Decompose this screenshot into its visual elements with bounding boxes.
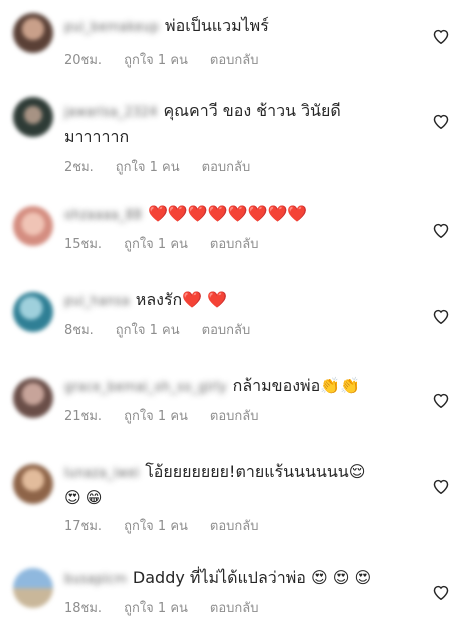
comment-time: 21ชม. — [64, 409, 103, 424]
like-count-link[interactable]: ถูกใจ 1 คน — [124, 518, 188, 536]
comment-time: 17ชม. — [64, 519, 103, 534]
avatar[interactable] — [13, 13, 53, 53]
comment-meta: 21ชม. ถูกใจ 1 คน ตอบกลับ — [64, 408, 419, 426]
comment-time: 18ชม. — [64, 601, 103, 616]
reply-button[interactable]: ตอบกลับ — [202, 159, 251, 177]
like-heart-icon[interactable] — [432, 584, 452, 602]
like-count-link[interactable]: ถูกใจ 1 คน — [124, 236, 188, 254]
reply-button[interactable]: ตอบกลับ — [210, 600, 259, 618]
comment-text: หลงรัก❤️ ❤️ — [135, 290, 228, 309]
avatar[interactable] — [13, 568, 53, 608]
like-heart-icon[interactable] — [432, 222, 452, 240]
reply-button[interactable]: ตอบกลับ — [202, 322, 251, 340]
like-heart-icon[interactable] — [432, 392, 452, 410]
reply-button[interactable]: ตอบกลับ — [210, 52, 259, 70]
comment-text-line: pui_hansa หลงรัก❤️ ❤️ — [64, 288, 419, 314]
username[interactable]: ohzaaaa_88 — [64, 204, 142, 228]
comment-text-line: busapicm Daddy ที่ไม่ได้แปลว่าพ่อ 😍 😍 😍 — [64, 566, 419, 592]
comment-text: พ่อเป็นแวมไพร์ — [165, 16, 269, 35]
comment-meta: 8ชม. ถูกใจ 1 คน ตอบกลับ — [64, 322, 419, 340]
username[interactable]: jawarisa_2324 — [64, 101, 157, 125]
like-heart-icon[interactable] — [432, 113, 452, 131]
comment-text: ❤️❤️❤️❤️❤️❤️❤️❤️ — [147, 204, 308, 223]
like-count-link[interactable]: ถูกใจ 1 คน — [124, 52, 188, 70]
comment-text-line: jawarisa_2324 คุณคาวี ของ ช้าวน วินัยดี — [64, 99, 419, 125]
reply-button[interactable]: ตอบกลับ — [210, 518, 259, 536]
comment-text-line: 😍 😁 — [64, 486, 419, 510]
comment-text-line: pui_bemakeup พ่อเป็นแวมไพร์ — [64, 14, 419, 40]
comment-text-line: ohzaaaa_88 ❤️❤️❤️❤️❤️❤️❤️❤️ — [64, 202, 419, 228]
like-heart-icon[interactable] — [432, 478, 452, 496]
like-count-link[interactable]: ถูกใจ 1 คน — [124, 600, 188, 618]
username[interactable]: pui_bemakeup — [64, 16, 159, 40]
comment-meta: 18ชม. ถูกใจ 1 คน ตอบกลับ — [64, 600, 419, 618]
comment-time: 8ชม. — [64, 323, 94, 338]
like-count-link[interactable]: ถูกใจ 1 คน — [116, 159, 180, 177]
comment-time: 2ชม. — [64, 160, 94, 175]
like-heart-icon[interactable] — [432, 308, 452, 326]
avatar[interactable] — [13, 97, 53, 137]
username[interactable]: busapicm — [64, 568, 127, 592]
avatar[interactable] — [13, 292, 53, 332]
comment-text-line: มาาาาาก — [64, 125, 419, 149]
username[interactable]: lunaza_iwei — [64, 462, 139, 486]
like-count-link[interactable]: ถูกใจ 1 คน — [116, 322, 180, 340]
reply-button[interactable]: ตอบกลับ — [210, 408, 259, 426]
comment-text-line: lunaza_iwei โอ้ยยยยยยย!ตายแร้นนนนนน😌 — [64, 460, 419, 486]
comment-text: 😍 😁 — [64, 488, 103, 507]
comment-meta: 17ชม. ถูกใจ 1 คน ตอบกลับ — [64, 518, 419, 536]
comment-text: โอ้ยยยยยยย!ตายแร้นนนนนน😌 — [145, 462, 366, 481]
avatar[interactable] — [13, 206, 53, 246]
username[interactable]: grace_bemai_oh_so_girly — [64, 376, 227, 400]
comment-text: มาาาาาก — [64, 127, 130, 146]
like-count-link[interactable]: ถูกใจ 1 คน — [124, 408, 188, 426]
comment-meta: 2ชม. ถูกใจ 1 คน ตอบกลับ — [64, 159, 419, 177]
username[interactable]: pui_hansa — [64, 290, 130, 314]
comment-meta: 15ชม. ถูกใจ 1 คน ตอบกลับ — [64, 236, 419, 254]
comment-time: 15ชม. — [64, 237, 103, 252]
avatar[interactable] — [13, 464, 53, 504]
comment-time: 20ชม. — [64, 53, 103, 68]
reply-button[interactable]: ตอบกลับ — [210, 236, 259, 254]
avatar[interactable] — [13, 378, 53, 418]
comment-meta: 20ชม. ถูกใจ 1 คน ตอบกลับ — [64, 52, 419, 70]
comment-text: คุณคาวี ของ ช้าวน วินัยดี — [163, 101, 341, 120]
like-heart-icon[interactable] — [432, 28, 452, 46]
comment-text-line: grace_bemai_oh_so_girly กล้ามของพ่อ👏👏 — [64, 374, 419, 400]
comment-text: Daddy ที่ไม่ได้แปลว่าพ่อ 😍 😍 😍 — [132, 568, 372, 587]
comment-text: กล้ามของพ่อ👏👏 — [232, 376, 361, 395]
